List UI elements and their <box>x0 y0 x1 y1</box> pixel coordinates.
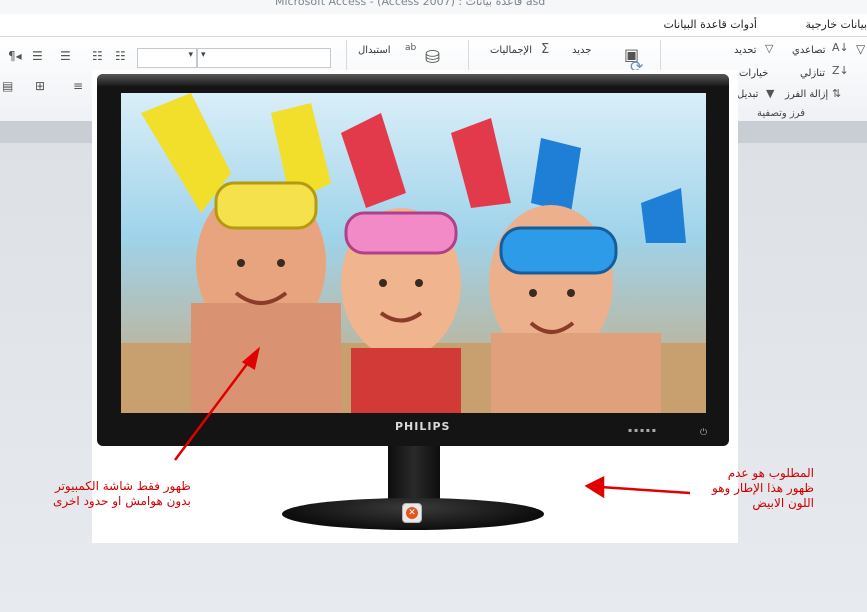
power-button-icon: ⏻ <box>700 428 708 438</box>
clear-sort-button[interactable]: إزالة الفرز <box>785 89 828 100</box>
selection-button[interactable]: تحديد <box>734 45 757 56</box>
annotation-right-line: اللون الابيض <box>752 496 814 510</box>
tab-external-data[interactable]: بيانات خارجية <box>806 18 867 31</box>
monitor-stand-neck <box>388 446 440 504</box>
filter-funnel-icon[interactable]: ▽ <box>856 42 865 56</box>
monitor-screen-photo <box>121 93 706 413</box>
indent-icon[interactable]: ☰ <box>32 49 43 63</box>
sort-ascending-button[interactable]: تصاعدي <box>792 45 826 56</box>
toggle-filter-button[interactable]: تبديل <box>737 89 758 100</box>
tab-database-tools[interactable]: أدوات قاعدة البيانات <box>663 18 757 31</box>
bullet-list-icon[interactable]: ☷ <box>115 49 126 63</box>
sort-ascending-icon: A↓ <box>832 41 849 54</box>
paragraph-rtl-icon[interactable]: ¶◂ <box>8 49 22 63</box>
advanced-options-button[interactable]: خيارات <box>739 68 768 79</box>
totals-button[interactable]: الإجماليات <box>490 45 532 56</box>
clear-sort-icon: ⇅ <box>832 87 842 100</box>
monitor-brand-logo: PHILIPS <box>395 420 451 433</box>
monitor-bezel-top <box>97 74 729 86</box>
window-title: Microsoft Access - (Access 2007) : قاعدة… <box>275 0 546 8</box>
close-icon: ✕ <box>406 507 418 519</box>
close-image-button[interactable]: ✕ <box>402 503 422 523</box>
screen-photo-illustration <box>121 93 706 413</box>
new-record-button[interactable]: جديد <box>572 45 591 56</box>
numbered-list-icon[interactable]: ☷ <box>92 49 103 63</box>
annotation-left: ظهور فقط شاشة الكمبيوتر بدون هوامش او حد… <box>53 479 191 509</box>
monitor-control-labels: ▪ ▪ ▪ ▪ ▪ <box>628 427 656 434</box>
annotation-right: المطلوب هو عدم ظهور هذا الإطار وهو اللون… <box>712 466 814 511</box>
sort-filter-group-label: فرز وتصفية <box>757 108 806 119</box>
ribbon-tab-bar: أدوات قاعدة البيانات بيانات خارجية <box>0 14 867 37</box>
annotation-left-line: ظهور فقط شاشة الكمبيوتر <box>54 479 191 493</box>
font-size-combo[interactable]: ▾ <box>137 48 197 68</box>
align-left-icon[interactable]: ≡ <box>73 79 83 93</box>
annotation-right-line: ظهور هذا الإطار وهو <box>712 481 814 495</box>
annotation-right-line: المطلوب هو عدم <box>727 466 814 480</box>
annotation-left-line: بدون هوامش او حدود اخرى <box>53 494 191 508</box>
replace-icon: ab <box>405 43 417 53</box>
background-color-icon[interactable]: ▤ <box>2 79 13 93</box>
sum-icon: Σ <box>541 42 550 57</box>
sort-descending-button[interactable]: تنازلي <box>800 68 825 79</box>
sort-descending-icon: Z↓ <box>832 64 849 77</box>
window-title-bar: Microsoft Access - (Access 2007) : قاعدة… <box>0 0 867 14</box>
outdent-icon[interactable]: ☰ <box>60 49 71 63</box>
filter-icon: ▼ <box>766 87 775 100</box>
replace-button[interactable]: استبدال <box>358 45 391 56</box>
selection-filter-icon: ▽ <box>765 42 774 55</box>
gridlines-icon[interactable]: ⊞ <box>35 79 45 93</box>
binoculars-icon[interactable]: ⛁ <box>425 47 440 68</box>
font-name-combo[interactable]: ▾ <box>197 48 331 68</box>
